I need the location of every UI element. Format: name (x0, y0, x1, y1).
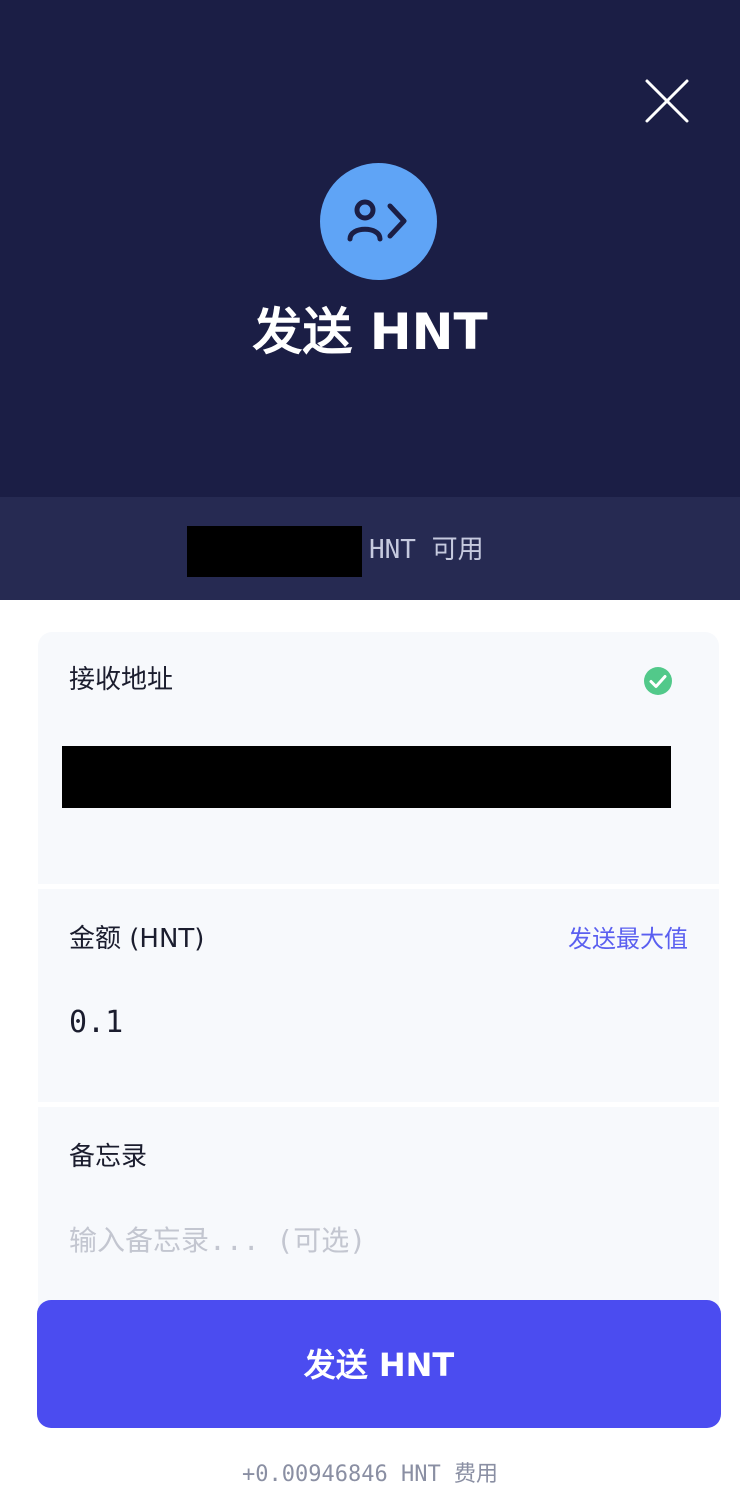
fee-text: +0.00946846 HNT 费用 (242, 1462, 498, 1487)
check-circle-icon (644, 667, 672, 695)
balance-amount-redacted (187, 526, 362, 577)
amount-label: 金额 (HNT) (69, 924, 205, 954)
close-icon (645, 79, 689, 123)
amount-input[interactable] (69, 997, 669, 1047)
send-max-button[interactable]: 发送最大值 (568, 921, 688, 957)
available-balance-bar: HNT 可用 (0, 497, 740, 600)
send-hnt-button[interactable]: 发送 HNT (37, 1300, 721, 1428)
page-title: 发送 HNT (252, 303, 488, 361)
memo-label: 备忘录 (69, 1142, 148, 1172)
recipient-label: 接收地址 (69, 665, 174, 695)
send-to-person-icon (347, 199, 407, 242)
memo-card: 备忘录 (38, 1107, 719, 1307)
recipient-card: 接收地址 u5vpig...KLnvbKAy... (38, 632, 719, 884)
amount-card: 金额 (HNT) 发送最大值 (38, 889, 719, 1102)
send-avatar (320, 163, 437, 280)
balance-suffix: HNT 可用 (369, 535, 484, 565)
memo-input[interactable] (69, 1215, 669, 1265)
recipient-address-redacted (62, 746, 671, 808)
header: 发送 HNT (0, 0, 740, 497)
close-button[interactable] (644, 78, 690, 124)
